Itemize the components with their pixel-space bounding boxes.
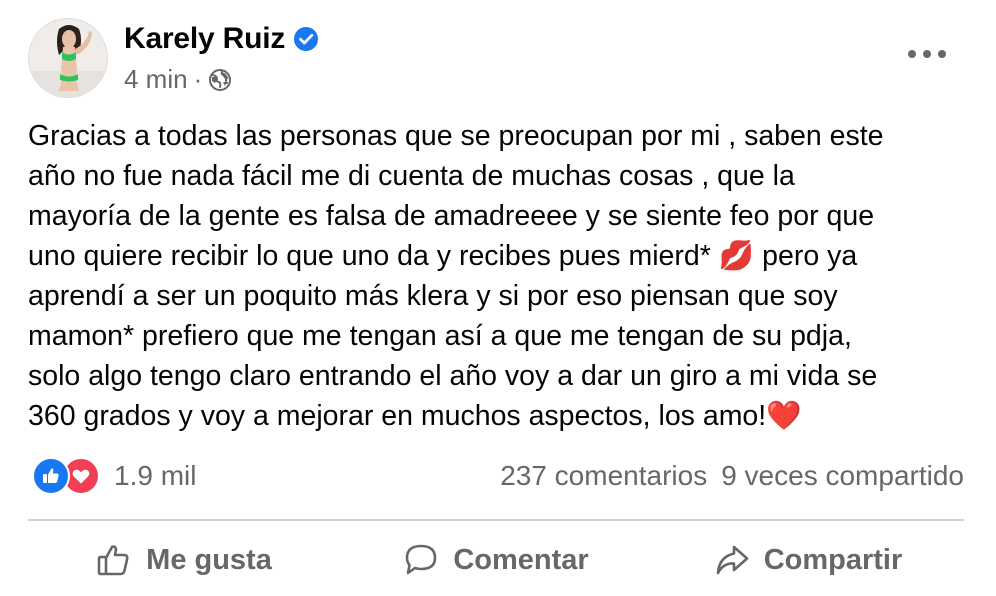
reactions-summary[interactable]: 1.9 mil bbox=[32, 457, 196, 495]
verified-badge-icon bbox=[293, 26, 319, 52]
share-button[interactable]: Compartir bbox=[652, 530, 964, 590]
more-dot bbox=[938, 50, 946, 58]
meta-separator: · bbox=[193, 64, 203, 94]
share-button-label: Compartir bbox=[763, 543, 903, 576]
like-reaction-icon bbox=[32, 457, 70, 495]
profile-photo bbox=[29, 19, 107, 97]
like-button-label: Me gusta bbox=[146, 543, 272, 576]
author-name[interactable]: Karely Ruiz bbox=[124, 22, 285, 56]
comments-count[interactable]: 237 comentarios bbox=[500, 460, 707, 492]
author-row: Karely Ruiz bbox=[124, 22, 319, 56]
reactions-count[interactable]: 1.9 mil bbox=[114, 460, 196, 492]
facebook-post: Karely Ruiz 4 min · Gracias a todas las … bbox=[0, 0, 996, 596]
comment-bubble-icon bbox=[406, 544, 437, 575]
post-time[interactable]: 4 min bbox=[124, 64, 188, 95]
engagement-counts: 237 comentarios 9 veces compartido bbox=[500, 460, 964, 492]
post-text: Gracias a todas las personas que se preo… bbox=[28, 120, 884, 432]
comment-button[interactable]: Comentar bbox=[340, 530, 652, 590]
avatar[interactable] bbox=[28, 18, 108, 98]
post-meta: 4 min · bbox=[124, 64, 232, 95]
more-options-icon[interactable] bbox=[908, 42, 946, 66]
thumbs-up-icon bbox=[97, 545, 129, 576]
comment-button-label: Comentar bbox=[453, 543, 589, 576]
like-button[interactable]: Me gusta bbox=[28, 530, 340, 590]
action-bar: Me gusta Comentar Compartir bbox=[28, 530, 964, 590]
divider bbox=[28, 519, 964, 521]
more-dot bbox=[923, 50, 931, 58]
more-dot bbox=[908, 50, 916, 58]
shares-count[interactable]: 9 veces compartido bbox=[721, 460, 964, 492]
globe-icon[interactable] bbox=[208, 68, 232, 92]
share-arrow-icon bbox=[716, 545, 749, 575]
